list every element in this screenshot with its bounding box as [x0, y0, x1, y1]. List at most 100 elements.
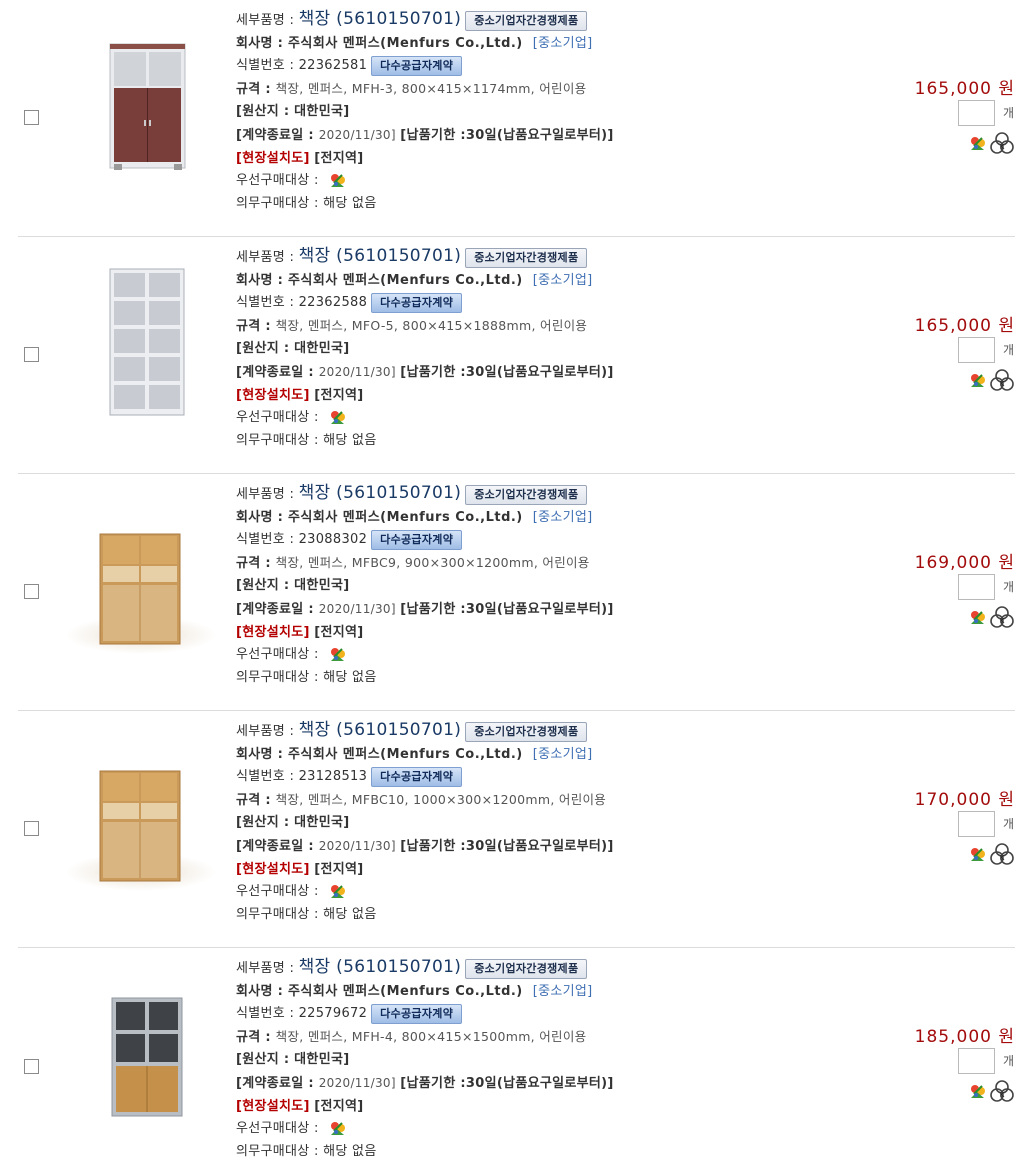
priority-purchase-icon: [327, 171, 349, 191]
sme-competition-badge[interactable]: 중소기업자간경쟁제품: [465, 958, 588, 979]
bookshelf-gray-open-icon: [109, 268, 185, 416]
install-label: [현장설치도]: [236, 1098, 310, 1114]
certification-icons: K: [967, 843, 1015, 867]
product-row: 세부품명 : 책장 (5610150701) 중소기업자간경쟁제품 회사명 : 주…: [18, 711, 1015, 948]
select-checkbox[interactable]: [24, 821, 39, 836]
sme-tag: [중소기업]: [532, 983, 593, 999]
spec-label: 규격 :: [236, 81, 276, 97]
detail-name-line: 세부품명 : 책장 (5610150701) 중소기업자간경쟁제품: [236, 719, 614, 744]
contract-end-label: [계약종료일 :: [236, 1075, 319, 1091]
company-label: 회사명 :: [236, 272, 288, 288]
priority-purchase-icon: [327, 1119, 349, 1139]
company-name[interactable]: 주식회사 멘퍼스(Menfurs Co.,Ltd.): [288, 273, 523, 288]
origin-line: [원산지 : 대한민국]: [236, 338, 614, 361]
quantity-input[interactable]: [958, 574, 995, 600]
spec-value: 책장, 멘퍼스, MFBC9, 900×300×1200mm, 어린이용: [275, 554, 590, 570]
contract-end-date: 2020/11/30]: [318, 1075, 396, 1090]
select-checkbox[interactable]: [24, 110, 39, 125]
detail-name-line: 세부품명 : 책장 (5610150701) 중소기업자간경쟁제품: [236, 956, 614, 981]
company-label: 회사명 :: [236, 35, 288, 51]
product-name-link[interactable]: 책장 (5610150701): [299, 720, 462, 740]
company-name[interactable]: 주식회사 멘퍼스(Menfurs Co.,Ltd.): [288, 510, 523, 525]
delivery-deadline: [납품기한 :30일(납품요구일로부터)]: [400, 838, 614, 854]
id-line: 식별번호 : 23088302 다수공급자계약: [236, 529, 614, 552]
multi-supplier-badge[interactable]: 다수공급자계약: [371, 529, 463, 550]
spec-value: 책장, 멘퍼스, MFH-4, 800×415×1500mm, 어린이용: [275, 1028, 587, 1044]
priority-label: 우선구매대상 :: [236, 1121, 324, 1137]
sme-competition-badge[interactable]: 중소기업자간경쟁제품: [465, 721, 588, 742]
company-line: 회사명 : 주식회사 멘퍼스(Menfurs Co.,Ltd.) [중소기업]: [236, 507, 614, 530]
quantity-input[interactable]: [958, 100, 995, 126]
multi-supplier-badge[interactable]: 다수공급자계약: [371, 1003, 463, 1024]
priority-purchase-icon: [327, 882, 349, 902]
priority-label: 우선구매대상 :: [236, 173, 324, 189]
product-row: 세부품명 : 책장 (5610150701) 중소기업자간경쟁제품 회사명 : 주…: [18, 474, 1015, 711]
select-checkbox[interactable]: [24, 584, 39, 599]
company-label: 회사명 :: [236, 983, 288, 999]
product-name-link[interactable]: 책장 (5610150701): [299, 9, 462, 29]
product-image[interactable]: [66, 741, 216, 891]
price: 170,000 원: [914, 790, 1015, 810]
install-label: [현장설치도]: [236, 150, 310, 166]
certification-mark-icon[interactable]: K: [967, 1080, 1015, 1104]
bookshelf-dark-wood-doors-icon: [109, 43, 186, 170]
product-image[interactable]: [66, 504, 216, 654]
company-line: 회사명 : 주식회사 멘퍼스(Menfurs Co.,Ltd.) [중소기업]: [236, 981, 614, 1004]
install-line: [현장설치도] [전지역]: [236, 148, 614, 171]
sme-competition-badge[interactable]: 중소기업자간경쟁제품: [465, 247, 588, 268]
quantity-unit: 개: [1002, 106, 1014, 120]
mandatory-text: 의무구매대상 : 해당 없음: [236, 1143, 377, 1159]
id-number: 22579672: [298, 1006, 368, 1022]
company-name[interactable]: 주식회사 멘퍼스(Menfurs Co.,Ltd.): [288, 984, 523, 999]
spec-line: 규격 : 책장, 멘퍼스, MFBC10, 1000×300×1200mm, 어…: [236, 789, 614, 813]
quantity-input[interactable]: [958, 811, 995, 837]
spec-line: 규격 : 책장, 멘퍼스, MFO-5, 800×415×1888mm, 어린이…: [236, 315, 614, 339]
id-line: 식별번호 : 23128513 다수공급자계약: [236, 766, 614, 789]
mandatory-line: 의무구매대상 : 해당 없음: [236, 193, 614, 216]
id-line: 식별번호 : 22579672 다수공급자계약: [236, 1003, 614, 1026]
contract-end-label: [계약종료일 :: [236, 838, 319, 854]
delivery-deadline: [납품기한 :30일(납품요구일로부터)]: [400, 1075, 614, 1091]
select-checkbox[interactable]: [24, 347, 39, 362]
install-area: [전지역]: [314, 1098, 364, 1114]
multi-supplier-badge[interactable]: 다수공급자계약: [371, 766, 463, 787]
contract-line: [계약종료일 : 2020/11/30] [납품기한 :30일(납품요구일로부터…: [236, 361, 614, 385]
sme-competition-badge[interactable]: 중소기업자간경쟁제품: [465, 10, 588, 31]
product-name-link[interactable]: 책장 (5610150701): [299, 483, 462, 503]
price: 185,000 원: [914, 1027, 1015, 1047]
id-line: 식별번호 : 22362588 다수공급자계약: [236, 292, 614, 315]
origin-line: [원산지 : 대한민국]: [236, 575, 614, 598]
contract-line: [계약종료일 : 2020/11/30] [납품기한 :30일(납품요구일로부터…: [236, 1072, 614, 1096]
detail-name-line: 세부품명 : 책장 (5610150701) 중소기업자간경쟁제품: [236, 482, 614, 507]
certification-mark-icon[interactable]: K: [967, 132, 1015, 156]
product-image[interactable]: [66, 267, 216, 417]
certification-mark-icon[interactable]: K: [967, 843, 1015, 867]
multi-supplier-badge[interactable]: 다수공급자계약: [371, 55, 463, 76]
svg-text:K: K: [1000, 143, 1005, 151]
company-name[interactable]: 주식회사 멘퍼스(Menfurs Co.,Ltd.): [288, 747, 523, 762]
svg-text:K: K: [1000, 1091, 1005, 1099]
install-area: [전지역]: [314, 624, 364, 640]
origin-line: [원산지 : 대한민국]: [236, 1049, 614, 1072]
quantity-input[interactable]: [958, 1048, 995, 1074]
certification-mark-icon[interactable]: K: [967, 369, 1015, 393]
price: 165,000 원: [914, 79, 1015, 99]
contract-line: [계약종료일 : 2020/11/30] [납품기한 :30일(납품요구일로부터…: [236, 124, 614, 148]
quantity-input[interactable]: [958, 337, 995, 363]
detail-name-label: 세부품명 :: [236, 250, 299, 265]
priority-purchase-icon: [327, 408, 349, 428]
id-number: 22362581: [298, 58, 368, 74]
sme-competition-badge[interactable]: 중소기업자간경쟁제품: [465, 484, 588, 505]
product-name-link[interactable]: 책장 (5610150701): [299, 957, 462, 977]
priority-line: 우선구매대상 :: [236, 407, 614, 430]
select-checkbox[interactable]: [24, 1058, 39, 1074]
contract-end-label: [계약종료일 :: [236, 127, 319, 143]
company-line: 회사명 : 주식회사 멘퍼스(Menfurs Co.,Ltd.) [중소기업]: [236, 33, 614, 56]
company-name[interactable]: 주식회사 멘퍼스(Menfurs Co.,Ltd.): [288, 36, 523, 51]
multi-supplier-badge[interactable]: 다수공급자계약: [371, 292, 463, 313]
product-image[interactable]: [66, 30, 216, 180]
product-name-link[interactable]: 책장 (5610150701): [299, 246, 462, 266]
certification-mark-icon[interactable]: K: [967, 606, 1015, 630]
product-image[interactable]: [66, 978, 216, 1128]
company-label: 회사명 :: [236, 509, 288, 525]
